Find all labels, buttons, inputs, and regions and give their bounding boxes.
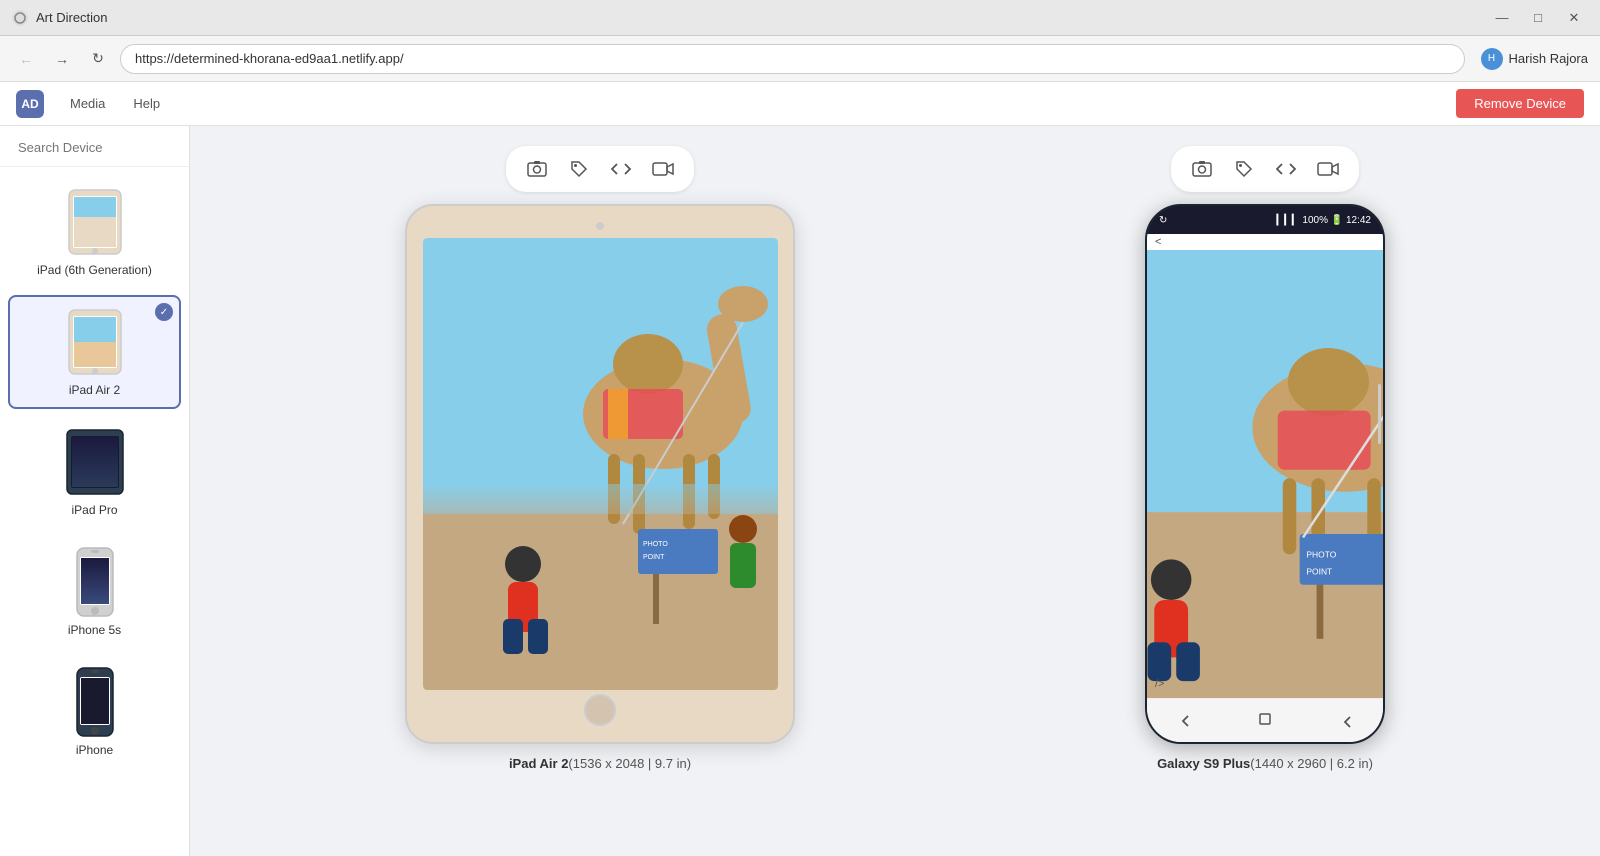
close-button[interactable]: ✕ — [1560, 7, 1588, 29]
sidebar: « — [0, 126, 190, 856]
device-thumbnail — [60, 187, 130, 257]
screenshot-button[interactable] — [1187, 154, 1217, 184]
device-item-label: iPad Pro — [71, 503, 117, 517]
svg-text:PHOTO: PHOTO — [1306, 550, 1336, 560]
list-item[interactable]: iPad (6th Generation) — [8, 175, 181, 289]
code-button[interactable] — [606, 154, 636, 184]
device-item-label: iPad (6th Generation) — [37, 263, 152, 277]
app-icon — [12, 10, 28, 26]
back-button[interactable]: ← — [12, 45, 40, 73]
app-logo: AD — [16, 90, 44, 118]
device-item-label: iPhone — [76, 743, 113, 757]
selected-check: ✓ — [155, 303, 173, 321]
device-thumbnail — [60, 547, 130, 617]
window-title: Art Direction — [36, 10, 1488, 25]
screenshot-button[interactable] — [522, 154, 552, 184]
ipad-screen: PHOTO POINT — [423, 238, 778, 690]
maximize-button[interactable]: □ — [1524, 7, 1552, 29]
list-item[interactable]: iPad Pro — [8, 415, 181, 529]
galaxy-s9-container: ↻ ▎▎▎ 100% 🔋 12:42 < — [1145, 146, 1385, 771]
scrollbar[interactable] — [1378, 384, 1381, 444]
ipad-air-2-container: PHOTO POINT — [405, 146, 795, 771]
galaxy-loading-icon: ↻ — [1159, 215, 1167, 226]
galaxy-status-bar: ↻ ▎▎▎ 100% 🔋 12:42 — [1147, 206, 1383, 234]
device-thumbnail — [60, 427, 130, 497]
galaxy-back-icon[interactable] — [1176, 711, 1196, 731]
user-name: Harish Rajora — [1509, 51, 1588, 66]
galaxy-home-icon[interactable] — [1255, 711, 1275, 731]
search-input[interactable] — [18, 140, 190, 155]
tag-button[interactable] — [564, 154, 594, 184]
galaxy-screen: < — [1147, 234, 1383, 742]
galaxy-nav-bar — [1147, 698, 1383, 742]
svg-text:POINT: POINT — [1306, 567, 1332, 577]
user-area: H Harish Rajora — [1481, 48, 1588, 70]
nav-help[interactable]: Help — [131, 92, 162, 115]
list-item[interactable]: iPhone 5s — [8, 535, 181, 649]
galaxy-signal: ▎▎▎ 100% 🔋 12:42 — [1277, 215, 1371, 226]
ipad-camera — [596, 222, 604, 230]
device-item-label: iPhone 5s — [68, 623, 121, 637]
ipad-device-toolbar — [506, 146, 694, 192]
list-item[interactable]: iPhone — [8, 655, 181, 769]
avatar: H — [1481, 48, 1503, 70]
ipad-home-button[interactable] — [584, 694, 616, 726]
tag-button[interactable] — [1229, 154, 1259, 184]
video-button[interactable] — [1313, 154, 1343, 184]
video-button[interactable] — [648, 154, 678, 184]
minimize-button[interactable]: — — [1488, 7, 1516, 29]
window-controls: — □ ✕ — [1488, 7, 1588, 29]
device-thumbnail — [60, 307, 130, 377]
ipad-mockup[interactable]: PHOTO POINT — [405, 204, 795, 744]
nav-media[interactable]: Media — [68, 92, 107, 115]
title-bar: Art Direction — □ ✕ — [0, 0, 1600, 36]
galaxy-recent-icon[interactable] — [1334, 711, 1354, 731]
device-thumbnail — [60, 667, 130, 737]
content-area: PHOTO POINT — [190, 126, 1600, 856]
app-header: AD Media Help Remove Device — [0, 82, 1600, 126]
forward-button[interactable]: → — [48, 45, 76, 73]
galaxy-s9-label: Galaxy S9 Plus(1440 x 2960 | 6.2 in) — [1157, 756, 1373, 771]
main-layout: « — [0, 126, 1600, 856]
galaxy-device-toolbar — [1171, 146, 1359, 192]
sidebar-search-area: « — [0, 126, 189, 167]
svg-text:POINT: POINT — [643, 554, 665, 561]
svg-text:PHOTO: PHOTO — [643, 541, 668, 548]
list-item[interactable]: ✓ — [8, 295, 181, 409]
address-bar[interactable] — [120, 44, 1465, 74]
code-button[interactable] — [1271, 154, 1301, 184]
galaxy-mockup[interactable]: ↻ ▎▎▎ 100% 🔋 12:42 < — [1145, 204, 1385, 744]
reload-button[interactable]: ↻ — [84, 45, 112, 73]
ipad-air-2-label: iPad Air 2(1536 x 2048 | 9.7 in) — [509, 756, 691, 771]
remove-device-button[interactable]: Remove Device — [1456, 89, 1584, 118]
device-list: iPad (6th Generation) ✓ — [0, 167, 189, 856]
browser-toolbar: ← → ↻ H Harish Rajora — [0, 36, 1600, 82]
device-item-label: iPad Air 2 — [69, 383, 120, 397]
